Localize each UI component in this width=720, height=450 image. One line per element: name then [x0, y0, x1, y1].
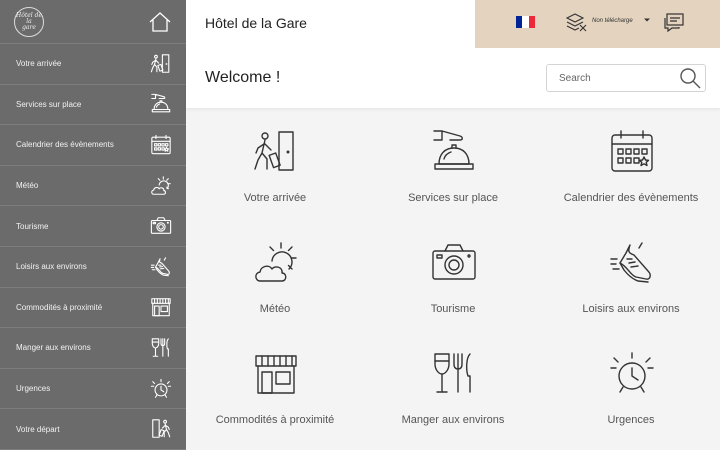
- category-tile[interactable]: Calendrier des évènements: [542, 108, 720, 219]
- sidebar-item-label: Calendrier des évènements: [16, 140, 114, 150]
- category-grid: Votre arrivée Services sur place Calendrie…: [186, 108, 720, 450]
- search-icon[interactable]: [678, 66, 702, 90]
- category-tile[interactable]: Commodités à proximité: [186, 330, 364, 441]
- dining-icon: [430, 350, 478, 398]
- home-icon[interactable]: [148, 10, 172, 34]
- category-tile-label: Votre arrivée: [243, 192, 307, 204]
- category-tile-label: Tourisme: [430, 303, 476, 315]
- category-tile[interactable]: Votre arrivée: [186, 108, 364, 219]
- sidebar-item[interactable]: Calendrier des évènements: [0, 125, 186, 166]
- sneaker-icon: [150, 256, 172, 278]
- sidebar-item[interactable]: Votre arrivée: [0, 44, 186, 85]
- camera-icon: [430, 239, 478, 287]
- category-tile-label: Commodités à proximité: [215, 414, 335, 426]
- sidebar-item[interactable]: Services sur place: [0, 85, 186, 126]
- sneaker-icon: [608, 239, 656, 287]
- sidebar-item[interactable]: Votre départ: [0, 409, 186, 450]
- language-flag-icon[interactable]: [516, 16, 535, 28]
- layers-download-icon[interactable]: [565, 12, 587, 32]
- sidebar-item[interactable]: Manger aux environs: [0, 328, 186, 369]
- category-tile[interactable]: Services sur place: [364, 108, 542, 219]
- download-status-label[interactable]: Non télécharge: [592, 18, 633, 24]
- hotel-logo[interactable]: Hôtel de la gare: [14, 6, 44, 37]
- arrival-icon: [150, 53, 172, 75]
- category-tile-label: Urgences: [607, 414, 655, 426]
- shop-icon: [252, 350, 300, 398]
- shop-icon: [150, 296, 172, 318]
- category-tile[interactable]: Loisirs aux environs: [542, 219, 720, 330]
- calendar-icon: [150, 134, 172, 156]
- category-tile[interactable]: Urgences: [542, 330, 720, 441]
- category-tile-label: Météo: [259, 303, 291, 315]
- category-tile-label: Calendrier des évènements: [563, 192, 699, 204]
- chevron-down-icon[interactable]: [644, 17, 650, 23]
- arrival-icon: [252, 128, 300, 176]
- top-header: Hôtel de la Gare Non télécharge: [186, 0, 720, 48]
- category-tile[interactable]: Météo: [186, 219, 364, 330]
- sidebar-item-label: Commodités à proximité: [16, 302, 103, 312]
- category-tile[interactable]: Manger aux environs: [364, 330, 542, 441]
- dining-icon: [150, 337, 172, 359]
- sidebar-item[interactable]: Loisirs aux environs: [0, 247, 186, 288]
- category-tile[interactable]: Tourisme: [364, 219, 542, 330]
- sidebar-item-label: Manger aux environs: [16, 343, 91, 353]
- sidebar-item-label: Météo: [16, 181, 39, 191]
- camera-icon: [150, 215, 172, 237]
- service-bell-icon: [150, 93, 172, 115]
- sidebar-item-label: Services sur place: [16, 99, 82, 109]
- welcome-bar: Welcome !: [186, 48, 720, 108]
- sidebar-menu: Votre arrivée Services sur place Calendrie…: [0, 44, 186, 450]
- service-bell-icon: [430, 128, 478, 176]
- messages-icon[interactable]: [663, 12, 685, 32]
- sidebar-item[interactable]: Météo: [0, 166, 186, 207]
- category-tile-label: Manger aux environs: [401, 414, 505, 426]
- sidebar-item[interactable]: Commodités à proximité: [0, 288, 186, 329]
- calendar-icon: [608, 128, 656, 176]
- sidebar-item[interactable]: Tourisme: [0, 206, 186, 247]
- sidebar-item-label: Votre arrivée: [16, 59, 62, 69]
- sidebar-item-label: Votre départ: [16, 424, 60, 434]
- departure-icon: [150, 418, 172, 440]
- alarm-clock-icon: [608, 350, 656, 398]
- sidebar-header: Hôtel de la gare: [0, 0, 186, 44]
- category-tile-label: Loisirs aux environs: [582, 303, 680, 315]
- alarm-clock-icon: [150, 378, 172, 400]
- sidebar-item[interactable]: Urgences: [0, 369, 186, 410]
- category-tile-label: Services sur place: [408, 192, 498, 204]
- sidebar-item-label: Urgences: [16, 384, 51, 394]
- sidebar-item-label: Tourisme: [16, 221, 49, 231]
- header-tools: Non télécharge: [475, 0, 720, 48]
- welcome-heading: Welcome !: [205, 69, 281, 86]
- sidebar: Hôtel de la gare Votre arrivée Services su…: [0, 0, 186, 450]
- sidebar-item-label: Loisirs aux environs: [16, 262, 87, 272]
- hotel-title: Hôtel de la Gare: [205, 15, 307, 31]
- weather-icon: [252, 239, 300, 287]
- weather-icon: [150, 175, 172, 197]
